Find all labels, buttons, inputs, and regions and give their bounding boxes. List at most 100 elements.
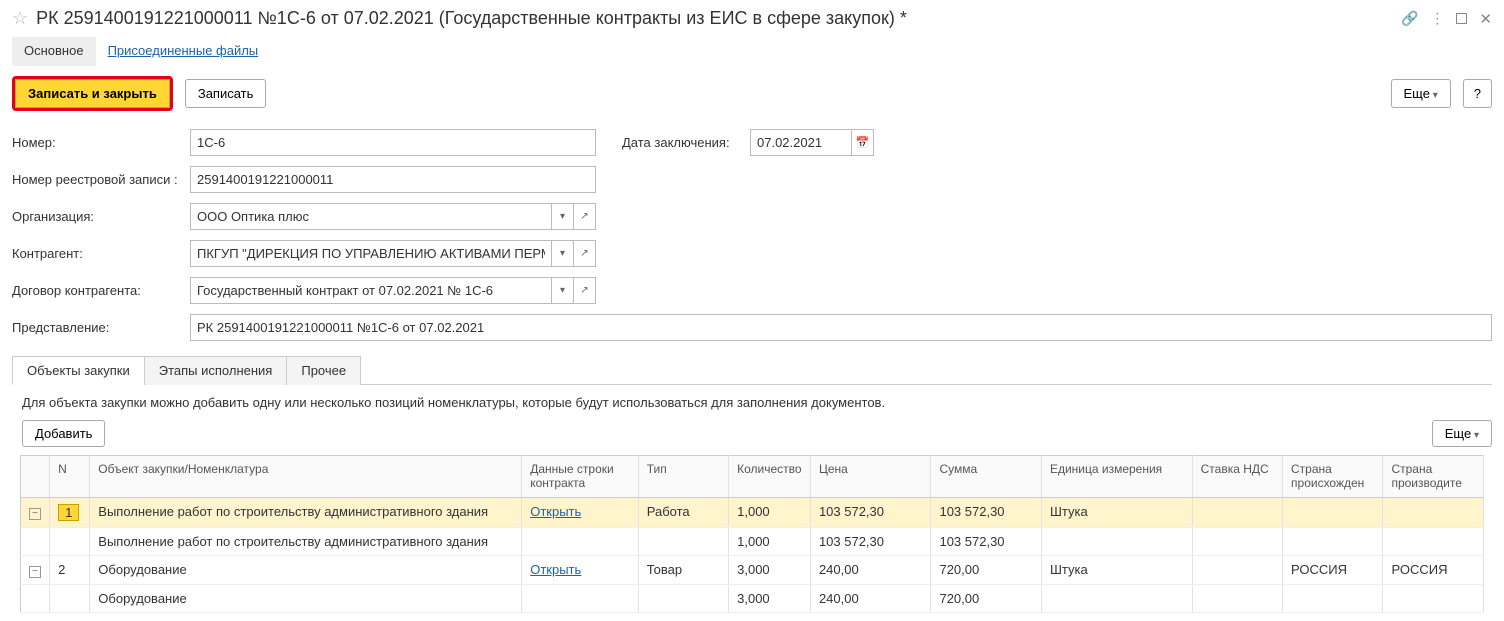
col-contract-line[interactable]: Данные строки контракта	[522, 456, 639, 498]
favorite-star-icon[interactable]: ☆	[12, 8, 28, 29]
col-expand	[21, 456, 50, 498]
cell-origin	[1283, 498, 1383, 528]
cell-origin: РОССИЯ	[1283, 556, 1383, 585]
cell-type: Товар	[638, 556, 728, 585]
more-button[interactable]: Еще	[1391, 79, 1451, 108]
cell-unit	[1041, 585, 1192, 613]
table-row[interactable]: Оборудование3,000240,00720,00	[21, 585, 1484, 613]
cell-vat	[1192, 498, 1282, 528]
col-unit[interactable]: Единица измерения	[1041, 456, 1192, 498]
cell-type: Работа	[638, 498, 728, 528]
table-more-button[interactable]: Еще	[1432, 420, 1492, 447]
cell-price: 240,00	[810, 556, 931, 585]
cell-sum: 720,00	[931, 585, 1041, 613]
dropdown-icon[interactable]: ▾	[552, 203, 574, 230]
cell-price: 103 572,30	[810, 528, 931, 556]
table-row[interactable]: Выполнение работ по строительству админи…	[21, 528, 1484, 556]
cell-object: Оборудование	[90, 556, 522, 585]
cell-object: Выполнение работ по строительству админи…	[90, 498, 522, 528]
col-price[interactable]: Цена	[810, 456, 931, 498]
cell-unit: Штука	[1041, 498, 1192, 528]
objects-table: N Объект закупки/Номенклатура Данные стр…	[20, 455, 1484, 613]
tab-other[interactable]: Прочее	[286, 356, 361, 385]
date-input[interactable]	[750, 129, 852, 156]
tab-execution-stages[interactable]: Этапы исполнения	[144, 356, 288, 385]
registry-input[interactable]	[190, 166, 596, 193]
cell-qty: 1,000	[729, 528, 811, 556]
contract-input[interactable]	[190, 277, 552, 304]
cell-type	[638, 585, 728, 613]
cell-object: Выполнение работ по строительству админи…	[90, 528, 522, 556]
dropdown-icon[interactable]: ▾	[552, 240, 574, 267]
label-registry: Номер реестровой записи :	[12, 172, 182, 187]
cell-manufacturer	[1383, 498, 1484, 528]
tab-purchase-objects[interactable]: Объекты закупки	[12, 356, 145, 385]
cell-origin	[1283, 585, 1383, 613]
label-number: Номер:	[12, 135, 182, 150]
cell-manufacturer	[1383, 585, 1484, 613]
link-icon[interactable]: 🔗	[1401, 10, 1418, 27]
cell-qty: 3,000	[729, 556, 811, 585]
kebab-menu-icon[interactable]: ⋮	[1430, 10, 1444, 27]
cell-n	[50, 585, 90, 613]
col-object[interactable]: Объект закупки/Номенклатура	[90, 456, 522, 498]
cell-vat	[1192, 556, 1282, 585]
cell-sum: 103 572,30	[931, 498, 1041, 528]
cell-type	[638, 528, 728, 556]
number-input[interactable]	[190, 129, 596, 156]
cell-sum: 103 572,30	[931, 528, 1041, 556]
add-button[interactable]: Добавить	[22, 420, 105, 447]
help-button[interactable]: ?	[1463, 79, 1492, 108]
cell-n: 1	[50, 498, 90, 528]
cell-unit: Штука	[1041, 556, 1192, 585]
cell-manufacturer	[1383, 528, 1484, 556]
table-row[interactable]: −1Выполнение работ по строительству адми…	[21, 498, 1484, 528]
cell-object: Оборудование	[90, 585, 522, 613]
label-organization: Организация:	[12, 209, 182, 224]
cell-price: 240,00	[810, 585, 931, 613]
calendar-icon[interactable]: 📅	[852, 129, 874, 156]
cell-n: 2	[50, 556, 90, 585]
cell-vat	[1192, 585, 1282, 613]
open-ref-icon[interactable]: ↗	[574, 203, 596, 230]
hint-text: Для объекта закупки можно добавить одну …	[22, 395, 1492, 410]
counterparty-input[interactable]	[190, 240, 552, 267]
col-qty[interactable]: Количество	[729, 456, 811, 498]
cell-price: 103 572,30	[810, 498, 931, 528]
col-origin[interactable]: Страна происхожден	[1283, 456, 1383, 498]
col-n[interactable]: N	[50, 456, 90, 498]
representation-input[interactable]	[190, 314, 1492, 341]
cell-n	[50, 528, 90, 556]
maximize-icon[interactable]	[1456, 13, 1467, 24]
label-representation: Представление:	[12, 320, 182, 335]
page-title: РК 2591400191221000011 №1С-6 от 07.02.20…	[36, 8, 1393, 29]
col-vat[interactable]: Ставка НДС	[1192, 456, 1282, 498]
table-row[interactable]: −2Оборудование Открыть Товар3,000240,00720…	[21, 556, 1484, 585]
save-button[interactable]: Записать	[185, 79, 267, 108]
expand-toggle-icon[interactable]: −	[29, 566, 41, 578]
label-counterparty: Контрагент:	[12, 246, 182, 261]
col-sum[interactable]: Сумма	[931, 456, 1041, 498]
close-icon[interactable]: ✕	[1479, 10, 1492, 28]
highlight-save-close: Записать и закрыть	[12, 76, 173, 111]
cell-vat	[1192, 528, 1282, 556]
organization-input[interactable]	[190, 203, 552, 230]
open-ref-icon[interactable]: ↗	[574, 277, 596, 304]
open-link[interactable]: Открыть	[530, 504, 581, 519]
dropdown-icon[interactable]: ▾	[552, 277, 574, 304]
tab-main[interactable]: Основное	[12, 37, 96, 66]
save-and-close-button[interactable]: Записать и закрыть	[15, 79, 170, 108]
cell-unit	[1041, 528, 1192, 556]
cell-origin	[1283, 528, 1383, 556]
open-ref-icon[interactable]: ↗	[574, 240, 596, 267]
open-link[interactable]: Открыть	[530, 562, 581, 577]
col-manufacturer[interactable]: Страна производите	[1383, 456, 1484, 498]
cell-manufacturer: РОССИЯ	[1383, 556, 1484, 585]
cell-sum: 720,00	[931, 556, 1041, 585]
label-date: Дата заключения:	[622, 135, 742, 150]
cell-qty: 1,000	[729, 498, 811, 528]
label-contract: Договор контрагента:	[12, 283, 182, 298]
tab-attached-files[interactable]: Присоединенные файлы	[96, 37, 271, 66]
col-type[interactable]: Тип	[638, 456, 728, 498]
expand-toggle-icon[interactable]: −	[29, 508, 41, 520]
